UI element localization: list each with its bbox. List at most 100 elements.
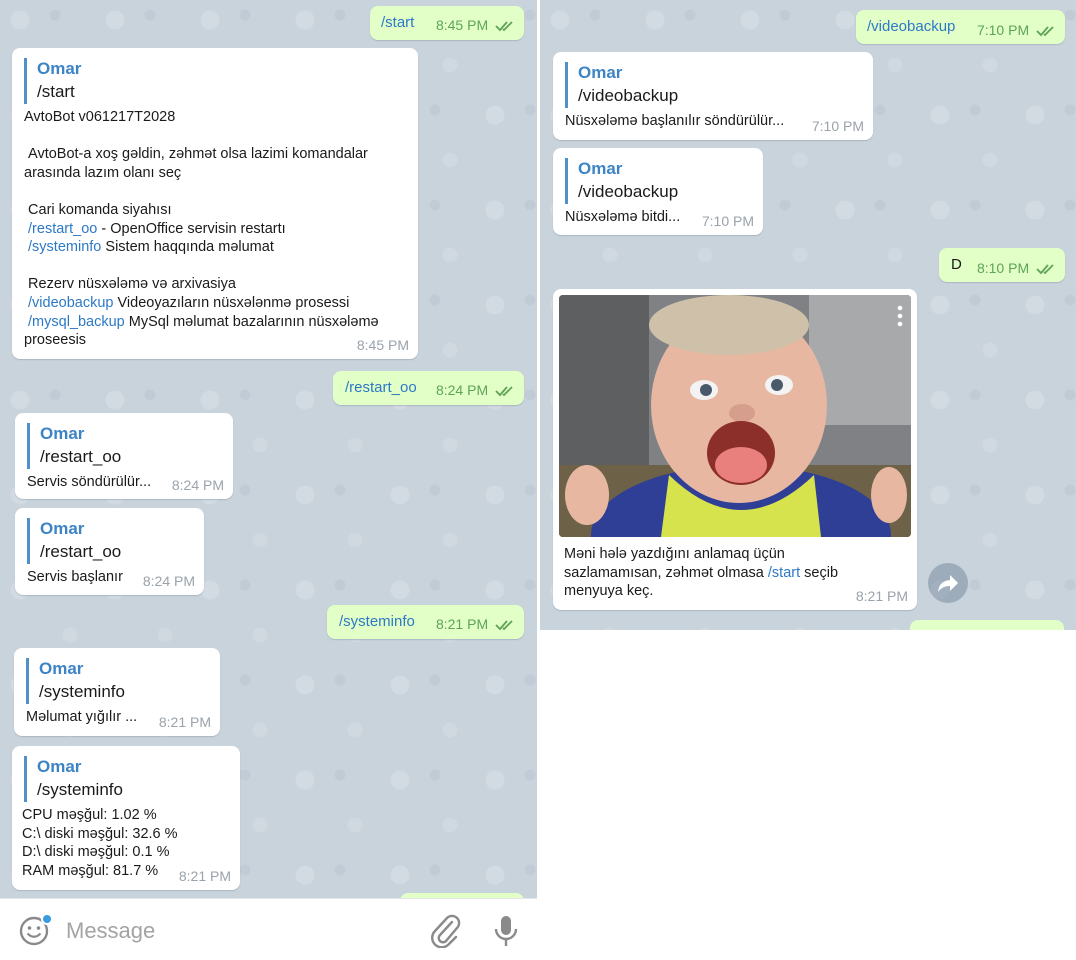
stat-line: C:\ diski məşğul: 32.6 % xyxy=(22,825,178,842)
message-time: 8:21 PM xyxy=(178,867,231,884)
right-chat-panel: /videobackup 7:10 PM Omar /videobackup N… xyxy=(540,0,1076,630)
message-meta: 8:21 PM xyxy=(436,615,515,634)
message-time: 8:21 PM xyxy=(435,615,489,632)
reply-quote[interactable]: Omar /systeminfo xyxy=(26,658,137,704)
command-link[interactable]: /restart_oo xyxy=(345,379,417,398)
message-incoming-photo[interactable]: Məni hələ yazdığını anlamaq üçün sazlama… xyxy=(553,289,917,610)
message-meta: 7:10 PM xyxy=(977,21,1056,40)
command-description: Videoyazıların nüsxələnmə prosessi xyxy=(113,294,350,311)
message-incoming[interactable]: Omar /start AvtoBot v061217T2028 AvtoBot… xyxy=(12,48,418,359)
command-link[interactable]: /systeminfo xyxy=(28,239,101,255)
command-link[interactable]: /systeminfo xyxy=(339,613,415,632)
message-text: Məlumat yığılır ... xyxy=(26,709,138,725)
reply-text: /restart_oo xyxy=(40,542,122,561)
message-incoming[interactable]: Omar /restart_oo Servis söndürülür... 8:… xyxy=(15,413,233,499)
reply-author: Omar xyxy=(40,519,85,538)
double-check-icon xyxy=(1036,264,1054,275)
message-incoming[interactable]: Omar /systeminfo Məlumat yığılır ... 8:2… xyxy=(14,648,220,736)
message-time: 8:45 PM xyxy=(356,336,409,353)
reply-text: /systeminfo xyxy=(39,682,125,701)
message-time: 8:21 PM xyxy=(855,587,908,604)
command-link[interactable]: /videobackup xyxy=(28,295,113,311)
message-outgoing[interactable]: /videobackup 7:10 PM xyxy=(856,10,1065,44)
command-link[interactable]: /start xyxy=(381,14,414,33)
reply-quote[interactable]: Omar /start xyxy=(24,58,408,104)
reply-author: Omar xyxy=(37,757,82,776)
stat-line: RAM məşğul: 81.7 % xyxy=(22,862,159,879)
message-time: 7:10 PM xyxy=(811,117,864,134)
left-chat-panel: /start 8:45 PM Omar /start AvtoBot v0612… xyxy=(0,0,537,960)
message-outgoing[interactable]: /restart_oo 8:24 PM xyxy=(333,371,524,405)
message-time: 8:45 PM xyxy=(435,16,489,33)
mic-icon[interactable] xyxy=(493,914,519,948)
reply-author: Omar xyxy=(578,63,623,82)
reply-author: Omar xyxy=(578,159,623,178)
reply-text: /start xyxy=(37,82,75,101)
message-time: 7:10 PM xyxy=(976,21,1030,38)
command-description: - OpenOffice servisin restartı xyxy=(97,220,286,237)
stat-line: D:\ diski məşğul: 0.1 % xyxy=(22,844,170,861)
message-text: D xyxy=(951,256,962,273)
message-time: 8:24 PM xyxy=(435,381,489,398)
command-link[interactable]: /mysql_backup xyxy=(28,314,125,330)
message-outgoing-partial xyxy=(910,620,1064,630)
message-time: 8:24 PM xyxy=(142,572,195,589)
photo-attachment[interactable] xyxy=(559,295,911,537)
message-input[interactable]: Message xyxy=(66,918,155,944)
message-text: CPU məşğul: 1.02 % C:\ diski məşğul: 32.… xyxy=(22,806,178,880)
command-description: Sistem haqqında məlumat xyxy=(101,239,274,256)
message-text: Nüsxələmə bitdi... xyxy=(565,209,681,225)
text-line: arasında lazım olanı seç xyxy=(24,164,182,181)
message-time: 8:21 PM xyxy=(158,713,211,730)
text-line: proseesis xyxy=(24,332,87,349)
notification-dot xyxy=(41,913,53,925)
command-link[interactable]: /start xyxy=(768,565,800,581)
message-composer: Message xyxy=(0,898,537,960)
message-incoming[interactable]: Omar /videobackup Nüsxələmə bitdi... 7:1… xyxy=(553,148,763,235)
reply-text: /videobackup xyxy=(578,86,679,105)
message-meta: 8:10 PM xyxy=(977,259,1056,278)
message-incoming[interactable]: Omar /systeminfo CPU məşğul: 1.02 % C:\ … xyxy=(12,746,240,890)
text-line: Cari komanda siyahısı xyxy=(24,201,172,218)
message-time: 7:10 PM xyxy=(701,212,754,229)
reply-text: /restart_oo xyxy=(40,447,122,466)
caption-text: sazlamamısan, zəhmət olmasa xyxy=(564,564,768,581)
caption-line: menyuya keç. xyxy=(564,583,654,600)
more-vertical-icon[interactable] xyxy=(897,305,903,327)
stat-line: CPU məşğul: 1.02 % xyxy=(22,807,157,823)
message-incoming[interactable]: Omar /restart_oo Servis başlanır 8:24 PM xyxy=(15,508,204,595)
command-description: MySql məlumat bazalarının nüsxələmə xyxy=(124,313,379,330)
reply-quote[interactable]: Omar /restart_oo xyxy=(27,423,151,469)
message-incoming[interactable]: Omar /videobackup Nüsxələmə başlanılır s… xyxy=(553,52,873,140)
forward-icon xyxy=(938,575,958,592)
message-outgoing[interactable]: /start 8:45 PM xyxy=(370,6,524,40)
message-text: Servis başlanır xyxy=(27,569,123,585)
message-time: 8:24 PM xyxy=(171,476,224,493)
message-outgoing[interactable]: D 8:10 PM xyxy=(939,248,1065,282)
command-link[interactable]: /restart_oo xyxy=(28,221,97,237)
reply-quote[interactable]: Omar /videobackup xyxy=(565,62,784,108)
forward-button[interactable] xyxy=(928,563,968,603)
message-text: AvtoBot v061217T2028 AvtoBot-a xoş gəldi… xyxy=(24,108,408,350)
reply-text: /videobackup xyxy=(578,182,679,201)
text-line: AvtoBot v061217T2028 xyxy=(24,109,176,125)
double-check-icon xyxy=(1036,26,1054,37)
reply-author: Omar xyxy=(39,659,84,678)
message-time: 8:10 PM xyxy=(976,259,1030,276)
attach-icon[interactable] xyxy=(430,914,462,948)
section-heading: Rezerv nüsxələmə və arxivasiya xyxy=(24,276,236,293)
reply-quote[interactable]: Omar /videobackup xyxy=(565,158,680,204)
reply-author: Omar xyxy=(40,424,85,443)
double-check-icon xyxy=(495,21,513,32)
double-check-icon xyxy=(495,620,513,631)
reply-quote[interactable]: Omar /systeminfo xyxy=(24,756,178,802)
command-link[interactable]: /videobackup xyxy=(867,18,955,37)
text-line: AvtoBot-a xoş gəldin, zəhmət olsa lazimi… xyxy=(24,146,368,163)
message-outgoing[interactable]: /systeminfo 8:21 PM xyxy=(327,605,524,639)
reply-author: Omar xyxy=(37,59,82,78)
double-check-icon xyxy=(495,386,513,397)
reply-text: /systeminfo xyxy=(37,780,123,799)
message-text: Servis söndürülür... xyxy=(27,474,152,490)
reply-quote[interactable]: Omar /restart_oo xyxy=(27,518,123,564)
photo-caption: Məni hələ yazdığını anlamaq üçün sazlama… xyxy=(564,545,838,601)
